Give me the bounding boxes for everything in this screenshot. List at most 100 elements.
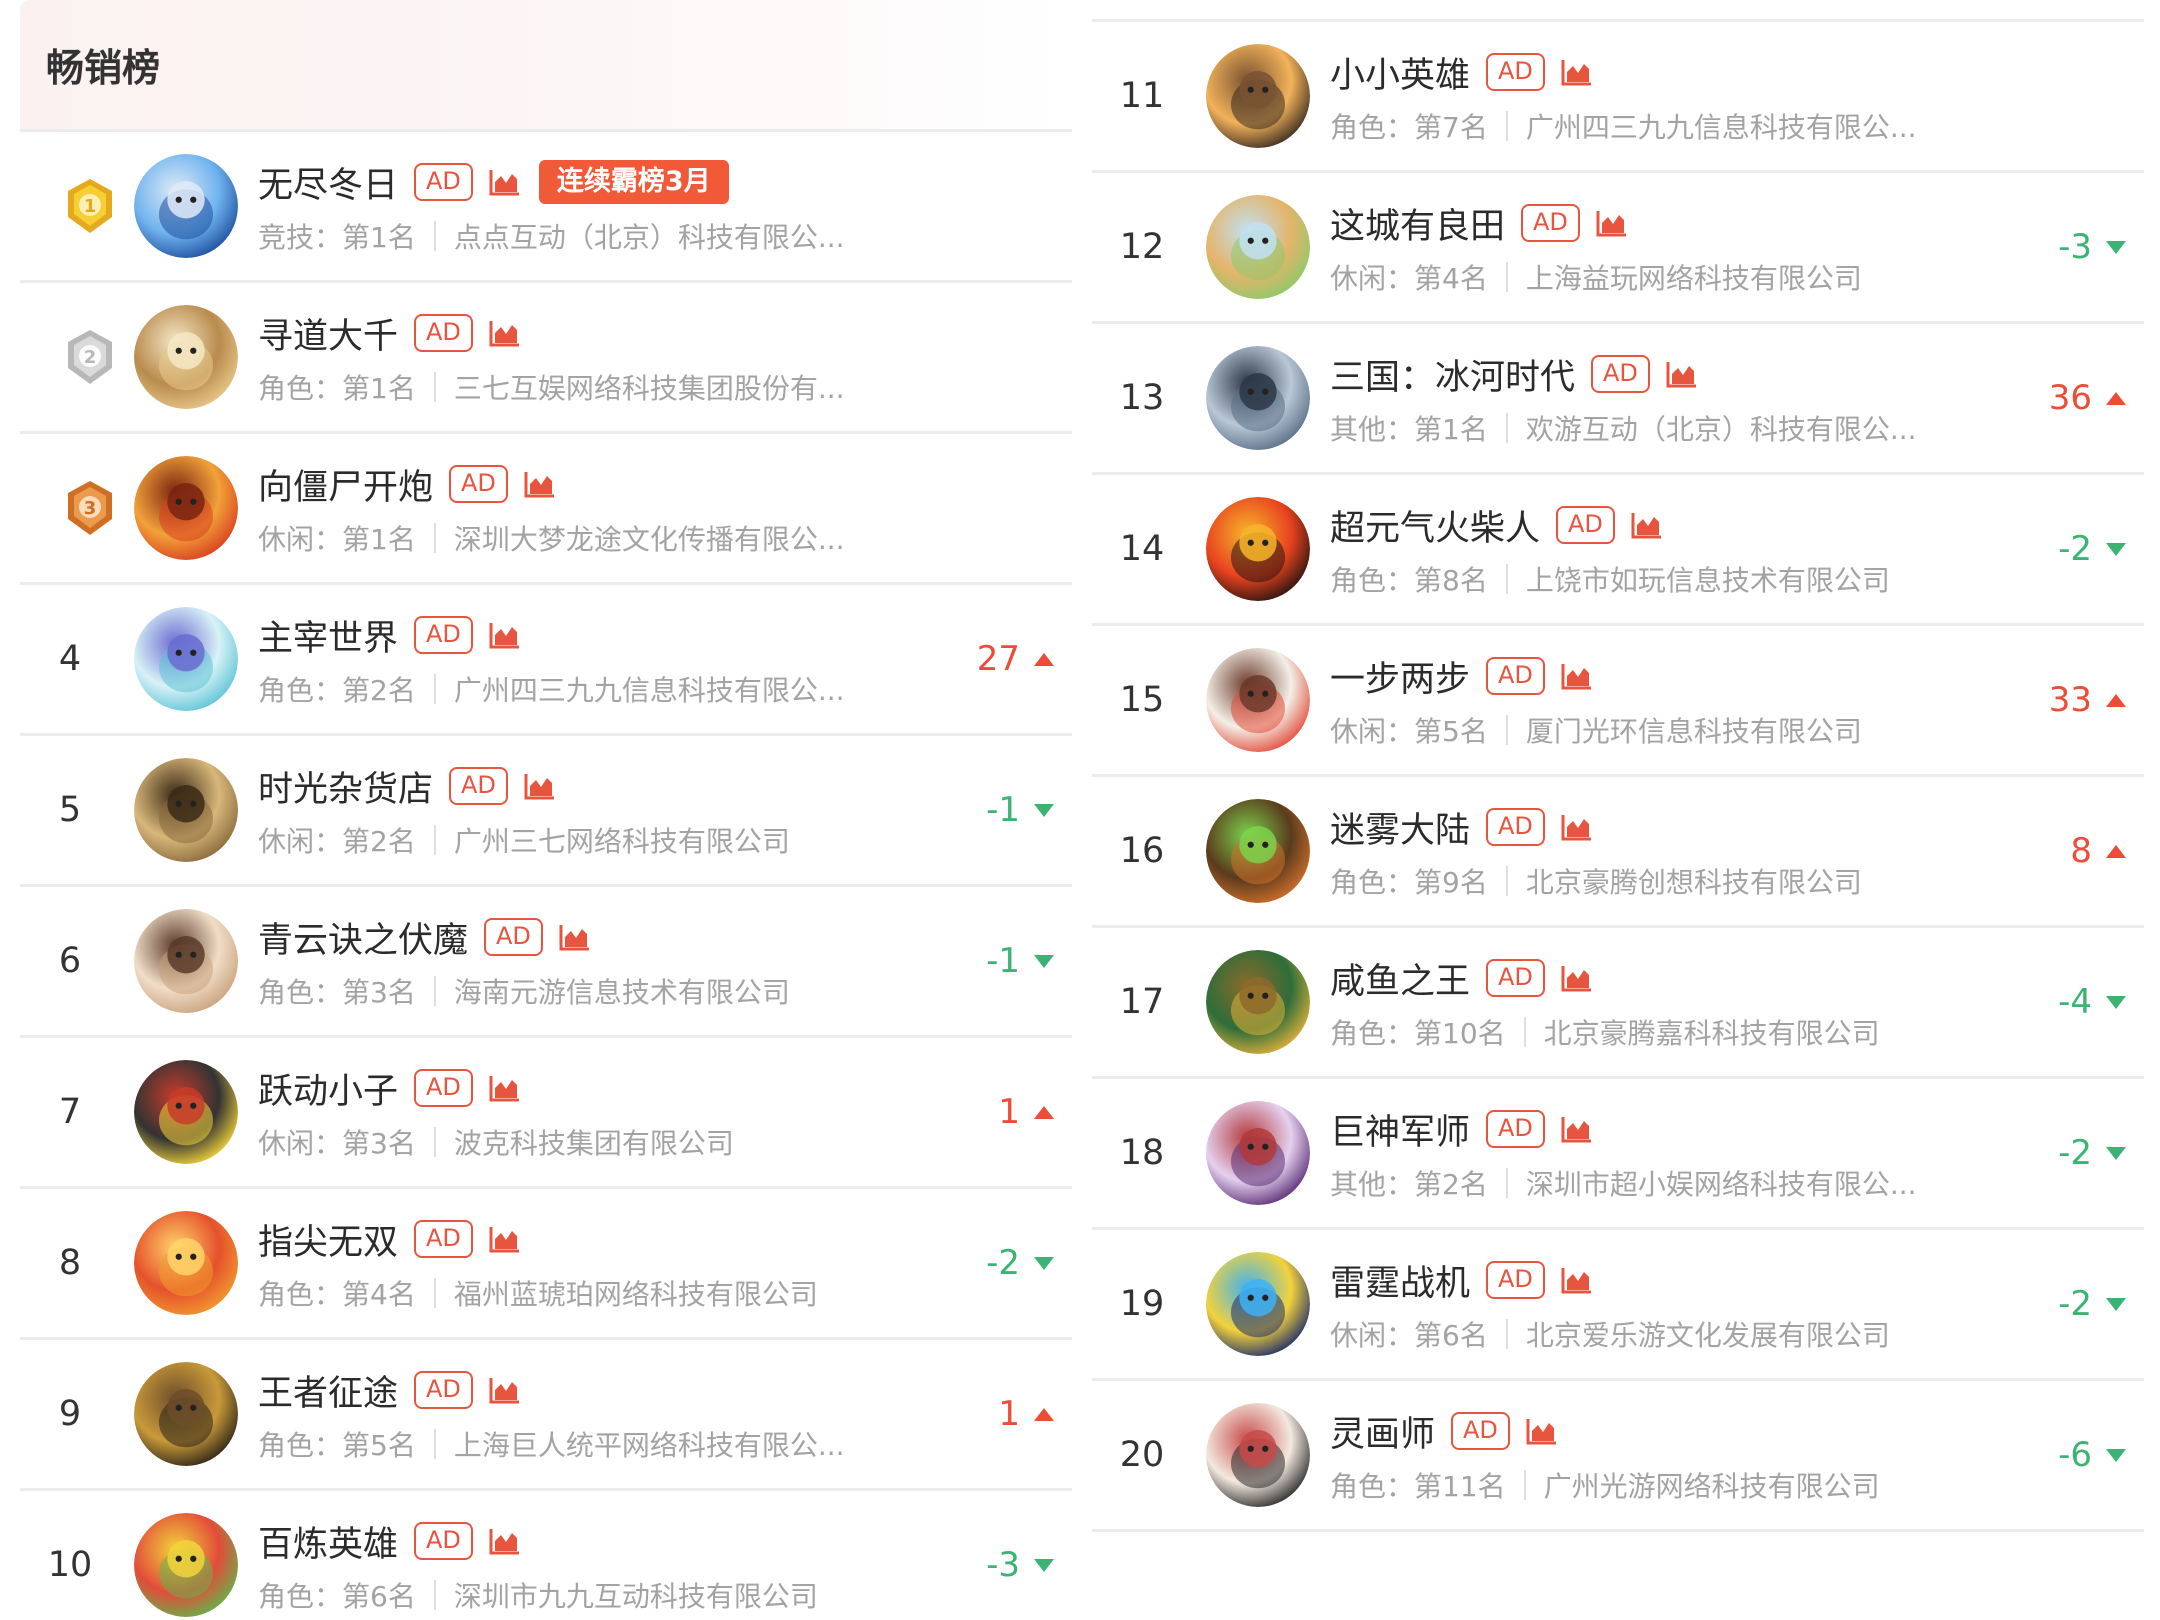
game-name[interactable]: 超元气火柴人 [1330,500,1540,551]
ad-badge: AD [414,1371,473,1409]
rank-change: -2 [986,1243,1054,1283]
game-name[interactable]: 一步两步 [1330,651,1470,702]
rank-row[interactable]: 20 灵画师 AD 角色：第11名 广州光游网络科技有限公司 -6 [1092,1381,2144,1532]
trend-chart-icon[interactable] [489,168,521,196]
game-avatar[interactable] [1206,346,1310,450]
game-name[interactable]: 指尖无双 [258,1214,398,1265]
game-name[interactable]: 这城有良田 [1330,198,1505,249]
trend-chart-icon[interactable] [489,319,521,347]
ad-badge: AD [1486,53,1545,91]
gold-medal-icon: 1 [64,177,116,235]
rank-row[interactable]: 8 指尖无双 AD 角色：第4名 福州蓝琥珀网络科技有限公司 -2 [20,1189,1072,1340]
game-name[interactable]: 百炼英雄 [258,1516,398,1567]
svg-text:1: 1 [84,196,97,217]
trend-chart-icon[interactable] [1561,813,1593,841]
ad-badge: AD [1486,657,1545,695]
rank-row[interactable]: 5 时光杂货店 AD 休闲：第2名 广州三七网络科技有限公司 -1 [20,736,1072,887]
game-avatar[interactable] [134,758,238,862]
rank-row[interactable]: 12 这城有良田 AD 休闲：第4名 上海益玩网络科技有限公司 -3 [1092,173,2144,324]
rank-row[interactable]: 11 小小英雄 AD 角色：第7名 广州四三九九信息科技有限公... [1092,22,2144,173]
rank-row[interactable]: 4 主宰世界 AD 角色：第2名 广州四三九九信息科技有限公... 27 [20,585,1072,736]
game-name[interactable]: 巨神军师 [1330,1104,1470,1155]
game-name[interactable]: 迷雾大陆 [1330,802,1470,853]
category-rank: 休闲：第2名 [258,825,416,858]
divider [1505,111,1508,141]
category-rank: 休闲：第4名 [1330,262,1488,295]
name-line: 无尽冬日 AD 连续霸榜3月 [258,158,912,206]
game-avatar[interactable] [134,1211,238,1315]
trend-chart-icon[interactable] [1561,1266,1593,1294]
game-name[interactable]: 王者征途 [258,1365,398,1416]
trend-chart-icon[interactable] [489,621,521,649]
rank-row[interactable]: 19 雷霆战机 AD 休闲：第6名 北京爱乐游文化发展有限公司 -2 [1092,1230,2144,1381]
game-name[interactable]: 小小英雄 [1330,47,1470,98]
game-name[interactable]: 三国：冰河时代 [1330,349,1575,400]
game-name[interactable]: 雷霆战机 [1330,1255,1470,1306]
rank-row[interactable]: 10 百炼英雄 AD 角色：第6名 深圳市九九互动科技有限公司 -3 [20,1491,1072,1620]
game-avatar[interactable] [134,1362,238,1466]
game-name[interactable]: 时光杂货店 [258,761,433,812]
rank-row[interactable]: 18 巨神军师 AD 其他：第2名 深圳市超小娱网络科技有限公... -2 [1092,1079,2144,1230]
trend-chart-icon[interactable] [489,1074,521,1102]
publisher-name: 点点互动（北京）科技有限公... [453,221,845,254]
game-avatar[interactable] [1206,1101,1310,1205]
rank-row[interactable]: 1 无尽冬日 AD 连续霸榜3月 竞技：第1名 点点互动（北京）科技有限公... [20,132,1072,283]
rank-row[interactable]: 13 三国：冰河时代 AD 其他：第1名 欢游互动（北京）科技有限公... 36 [1092,324,2144,475]
game-avatar[interactable] [1206,950,1310,1054]
game-name[interactable]: 咸鱼之王 [1330,953,1470,1004]
game-avatar[interactable] [134,909,238,1013]
rank-row[interactable]: 7 跃动小子 AD 休闲：第3名 波克科技集团有限公司 1 [20,1038,1072,1189]
trend-chart-icon[interactable] [1561,662,1593,690]
divider [433,1580,436,1610]
trend-chart-icon[interactable] [1666,360,1698,388]
name-line: 超元气火柴人 AD [1330,501,1984,549]
game-avatar[interactable] [1206,44,1310,148]
rank-number: 12 [1119,227,1165,267]
rank-row[interactable]: 9 王者征途 AD 角色：第5名 上海巨人统平网络科技有限公... 1 [20,1340,1072,1491]
trend-chart-icon[interactable] [489,1376,521,1404]
trend-chart-icon[interactable] [559,923,591,951]
game-avatar[interactable] [134,456,238,560]
rank-row[interactable]: 17 咸鱼之王 AD 角色：第10名 北京豪腾嘉科科技有限公司 -4 [1092,928,2144,1079]
trend-chart-icon[interactable] [1596,209,1628,237]
rank-row[interactable]: 15 一步两步 AD 休闲：第5名 厦门光环信息科技有限公司 33 [1092,626,2144,777]
trend-chart-icon[interactable] [489,1225,521,1253]
ad-badge: AD [1591,355,1650,393]
game-name[interactable]: 主宰世界 [258,610,398,661]
trend-chart-icon[interactable] [1526,1417,1558,1445]
game-name[interactable]: 跃动小子 [258,1063,398,1114]
game-avatar[interactable] [134,305,238,409]
trend-chart-icon[interactable] [1631,511,1663,539]
game-avatar[interactable] [134,607,238,711]
trend-chart-icon[interactable] [524,772,556,800]
game-avatar[interactable] [1206,1403,1310,1507]
game-avatar[interactable] [1206,195,1310,299]
game-avatar[interactable] [1206,1252,1310,1356]
game-avatar[interactable] [1206,799,1310,903]
game-avatar[interactable] [1206,648,1310,752]
game-avatar[interactable] [134,154,238,258]
trend-chart-icon[interactable] [1561,1115,1593,1143]
rank-row[interactable]: 2 寻道大千 AD 角色：第1名 三七互娱网络科技集团股份有... [20,283,1072,434]
trend-chart-icon[interactable] [1561,964,1593,992]
rank-row[interactable]: 14 超元气火柴人 AD 角色：第8名 上饶市如玩信息技术有限公司 -2 [1092,475,2144,626]
trend-chart-icon[interactable] [524,470,556,498]
rank-change-value: -2 [986,1243,1020,1283]
game-avatar[interactable] [1206,497,1310,601]
game-name[interactable]: 寻道大千 [258,308,398,359]
rank-row[interactable]: 16 迷雾大陆 AD 角色：第9名 北京豪腾创想科技有限公司 8 [1092,777,2144,928]
rank-row[interactable]: 6 青云诀之伏魔 AD 角色：第3名 海南元游信息技术有限公司 -1 [20,887,1072,1038]
left-rank-panel: 畅销榜 1 无尽冬日 AD 连续霸榜3月 竞技：第1名 点点互动（北京）科技有限… [20,0,1072,1620]
trend-chart-icon[interactable] [489,1527,521,1555]
game-name[interactable]: 青云诀之伏魔 [258,912,468,963]
game-name[interactable]: 向僵尸开炮 [258,459,433,510]
divider [433,976,436,1006]
rank-change: 33 [2049,680,2126,720]
game-name[interactable]: 无尽冬日 [258,157,398,208]
game-name[interactable]: 灵画师 [1330,1406,1435,1457]
game-avatar[interactable] [134,1060,238,1164]
trend-chart-icon[interactable] [1561,58,1593,86]
rank-row[interactable]: 3 向僵尸开炮 AD 休闲：第1名 深圳大梦龙途文化传播有限公... [20,434,1072,585]
game-avatar[interactable] [134,1513,238,1617]
game-info: 青云诀之伏魔 AD 角色：第3名 海南元游信息技术有限公司 [258,913,912,1011]
